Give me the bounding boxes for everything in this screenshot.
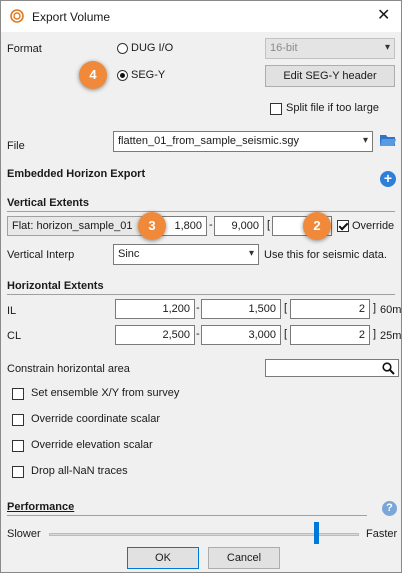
format-dug-radio[interactable] [117, 43, 128, 54]
app-icon [10, 9, 24, 23]
performance-title: Performance [7, 501, 75, 513]
format-segy-label: SEG-Y [131, 69, 166, 81]
performance-slider-track[interactable] [49, 533, 359, 536]
range-dash: - [196, 328, 200, 340]
annotation-badge-4: 4 [79, 61, 107, 89]
il-unit: 60m [380, 304, 402, 316]
embedded-horizon-title: Embedded Horizon Export [7, 168, 146, 180]
drop-nan-traces-label: Drop all-NaN traces [31, 465, 128, 477]
cl-end-input[interactable]: 3,000 [201, 325, 281, 345]
chevron-down-icon: ▾ [248, 248, 254, 259]
vertical-interp-select[interactable]: Sinc ▾ [113, 244, 259, 265]
bracket: [ [284, 328, 288, 340]
add-horizon-icon[interactable]: + [380, 171, 396, 187]
cl-step-input[interactable]: 2 [290, 325, 370, 345]
chevron-down-icon: ▾ [362, 135, 368, 146]
close-icon[interactable]: ✕ [377, 6, 390, 26]
slower-label: Slower [7, 528, 41, 540]
bracket: ] [373, 328, 377, 340]
window-title: Export Volume [32, 10, 111, 24]
constrain-area-field[interactable] [265, 359, 399, 377]
file-label: File [7, 140, 25, 152]
vertical-interp-hint: Use this for seismic data. [264, 249, 387, 261]
override-coordinate-scalar-label: Override coordinate scalar [31, 413, 161, 425]
range-dash: - [196, 302, 200, 314]
cancel-button[interactable]: Cancel [208, 547, 280, 569]
override-label: Override [352, 220, 395, 232]
override-checkbox[interactable] [337, 220, 349, 232]
vertical-extents-title: Vertical Extents [7, 197, 89, 209]
cl-start-input[interactable]: 2,500 [115, 325, 195, 345]
override-elevation-scalar-checkbox[interactable] [12, 440, 24, 452]
vertical-interp-value: Sinc [118, 248, 140, 260]
range-dash: - [209, 219, 213, 231]
vertical-interp-label: Vertical Interp [7, 249, 75, 261]
file-select[interactable]: flatten_01_from_sample_seismic.sgy ▾ [113, 131, 373, 152]
set-ensemble-xy-label: Set ensemble X/Y from survey [31, 387, 180, 399]
il-label: IL [7, 305, 17, 317]
format-segy-radio[interactable] [117, 70, 128, 81]
ok-button[interactable]: OK [127, 547, 199, 569]
override-coordinate-scalar-checkbox[interactable] [12, 414, 24, 426]
bracket: ] [373, 302, 377, 314]
set-ensemble-xy-checkbox[interactable] [12, 388, 24, 400]
override-elevation-scalar-label: Override elevation scalar [31, 439, 153, 451]
vertical-divider [7, 211, 395, 212]
cl-label: CL [7, 330, 22, 342]
search-icon[interactable] [382, 362, 395, 375]
bit-depth-select[interactable]: 16-bit ▾ [265, 38, 395, 59]
performance-divider [7, 515, 367, 516]
bit-depth-value: 16-bit [270, 42, 298, 54]
constrain-label: Constrain horizontal area [7, 363, 130, 375]
split-file-label: Split file if too large [286, 102, 379, 114]
il-end-input[interactable]: 1,500 [201, 299, 281, 319]
il-step-input[interactable]: 2 [290, 299, 370, 319]
format-label: Format [7, 43, 42, 55]
horizontal-extents-title: Horizontal Extents [7, 280, 104, 292]
annotation-badge-2: 2 [303, 212, 331, 240]
chevron-down-icon: ▾ [384, 42, 390, 53]
faster-label: Faster [366, 528, 398, 540]
vertical-end-input[interactable]: 9,000 [214, 216, 264, 236]
il-start-input[interactable]: 1,200 [115, 299, 195, 319]
annotation-badge-3: 3 [138, 212, 166, 240]
help-icon[interactable]: ? [382, 501, 397, 516]
bracket: [ [267, 219, 271, 231]
cl-unit: 25m [380, 330, 402, 342]
export-volume-dialog: Export Volume ✕ Format DUG I/O 16-bit ▾ … [0, 0, 402, 573]
vertical-start-input[interactable]: 1,800 [161, 216, 207, 236]
edit-segy-header-button[interactable]: Edit SEG-Y header [265, 65, 395, 87]
split-file-checkbox[interactable] [270, 103, 282, 115]
file-value: flatten_01_from_sample_seismic.sgy [118, 135, 299, 147]
horizontal-divider [7, 294, 395, 295]
drop-nan-traces-checkbox[interactable] [12, 466, 24, 478]
open-folder-icon[interactable] [379, 132, 397, 148]
performance-slider-thumb[interactable] [313, 522, 319, 544]
format-dug-label: DUG I/O [131, 42, 174, 54]
title-bar: Export Volume ✕ [1, 1, 401, 32]
bracket: [ [284, 302, 288, 314]
